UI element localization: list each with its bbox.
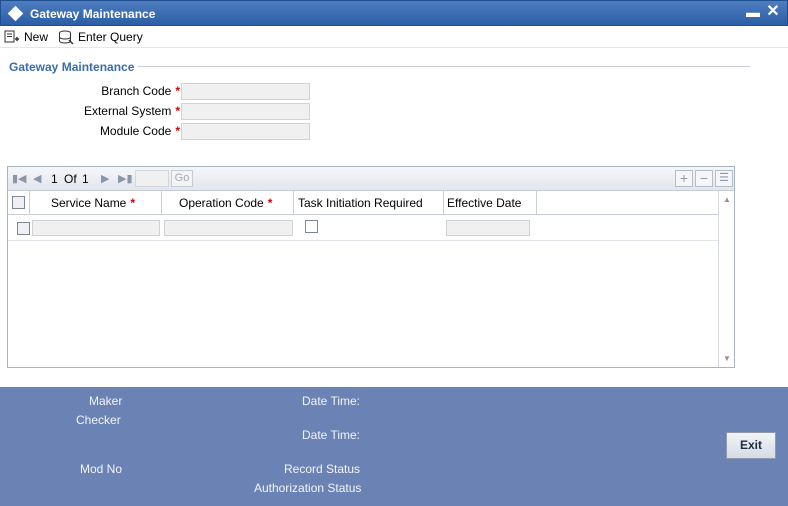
maker-date-time-label: Date Time: <box>302 394 361 408</box>
page-number-input[interactable] <box>135 170 169 187</box>
authorization-status-label: Authorization Status <box>254 481 362 495</box>
grid-vertical-scrollbar[interactable]: ▲ ▼ <box>718 191 734 367</box>
close-icon[interactable]: ✕ <box>765 4 781 20</box>
section-divider <box>130 66 750 67</box>
row-select-checkbox[interactable] <box>17 222 30 235</box>
checker-date-time-label: Date Time: <box>302 428 361 442</box>
branch-code-label-wrap: Branch Code * <box>0 84 180 100</box>
column-header-task-initiation-required[interactable]: Task Initiation Required <box>294 191 444 215</box>
checker-label: Checker <box>76 413 121 427</box>
maker-label: Maker <box>89 394 123 408</box>
record-status-label: Record Status <box>284 462 361 476</box>
minimize-icon[interactable]: ▬ <box>746 5 760 21</box>
add-row-icon[interactable]: + <box>675 170 693 187</box>
new-label: New <box>24 30 49 44</box>
delete-row-icon[interactable]: − <box>695 170 713 187</box>
enter-query-button[interactable]: Enter Query <box>58 28 143 46</box>
new-record-icon <box>4 30 19 43</box>
first-page-icon[interactable]: ▮◀ <box>12 172 27 185</box>
column-header-effective-date[interactable]: Effective Date <box>444 191 537 215</box>
page-of-label: Of <box>64 172 77 186</box>
database-query-icon <box>59 30 74 45</box>
select-all-checkbox[interactable] <box>12 196 25 209</box>
service-grid: ▮◀ ◀ 1 Of 1 ▶ ▶▮ Go + − ☰ Service Name * … <box>7 166 735 368</box>
app-diamond-icon <box>7 5 24 22</box>
current-page: 1 <box>51 172 58 186</box>
previous-page-icon[interactable]: ◀ <box>33 172 41 185</box>
module-code-input[interactable] <box>181 123 310 140</box>
total-pages: 1 <box>82 172 89 186</box>
main-content: Gateway Maintenance Branch Code * Externa… <box>0 49 788 387</box>
branch-code-input[interactable] <box>181 83 310 100</box>
required-marker: * <box>130 196 136 210</box>
required-marker: * <box>267 196 273 210</box>
required-marker: * <box>175 84 180 98</box>
external-system-label-wrap: External System * <box>0 104 180 120</box>
audit-footer: Maker Date Time: Checker Date Time: Mod … <box>0 387 788 506</box>
module-code-label: Module Code * <box>99 124 180 138</box>
next-page-icon[interactable]: ▶ <box>101 172 109 185</box>
scroll-down-icon[interactable]: ▼ <box>723 354 731 363</box>
last-page-icon[interactable]: ▶▮ <box>118 172 133 185</box>
task-initiation-required-checkbox[interactable] <box>305 220 318 233</box>
operation-code-input[interactable] <box>164 220 293 236</box>
select-all-header <box>8 191 30 215</box>
column-header-operation-code[interactable]: Operation Code * <box>162 191 294 215</box>
window-title: Gateway Maintenance <box>30 7 156 21</box>
scroll-up-icon[interactable]: ▲ <box>723 195 731 204</box>
external-system-label: External System * <box>83 104 180 118</box>
table-row <box>8 215 718 241</box>
section-title: Gateway Maintenance <box>9 60 139 74</box>
single-view-icon[interactable]: ☰ <box>715 170 733 187</box>
exit-button[interactable]: Exit <box>726 432 776 459</box>
module-code-label-wrap: Module Code * <box>0 124 180 140</box>
grid-header: Service Name * Operation Code * Task Initi… <box>8 191 718 215</box>
window-title-bar: Gateway Maintenance ▬ ✕ <box>0 0 788 26</box>
external-system-input[interactable] <box>181 103 310 120</box>
required-marker: * <box>175 104 180 118</box>
toolbar: New Enter Query <box>0 26 788 48</box>
go-button[interactable]: Go <box>171 170 193 187</box>
column-header-service-name[interactable]: Service Name * <box>30 191 162 215</box>
effective-date-input[interactable] <box>446 220 530 236</box>
service-name-input[interactable] <box>32 220 160 236</box>
mod-no-label: Mod No <box>80 462 123 476</box>
branch-code-label: Branch Code * <box>101 84 180 98</box>
new-button[interactable]: New <box>4 28 48 46</box>
grid-toolbar: ▮◀ ◀ 1 Of 1 ▶ ▶▮ Go + − ☰ <box>8 167 734 191</box>
enter-query-label: Enter Query <box>78 30 143 44</box>
required-marker: * <box>175 124 180 138</box>
